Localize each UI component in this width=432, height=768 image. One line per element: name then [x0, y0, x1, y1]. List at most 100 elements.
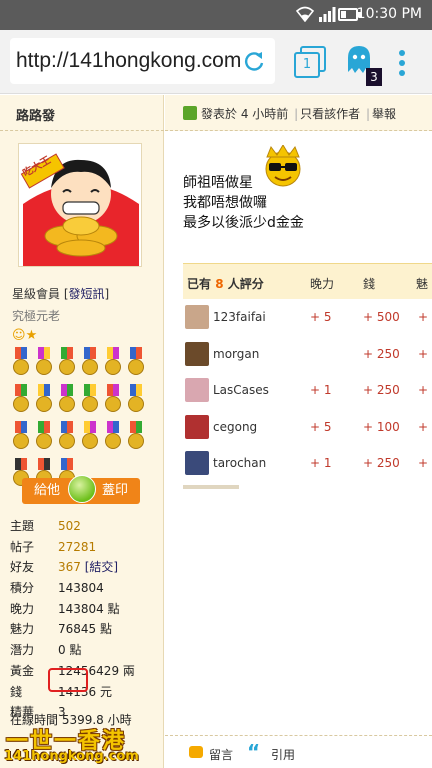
score-charm: + 5	[418, 310, 432, 324]
score-charm: + 5	[418, 346, 432, 361]
online-user-icon	[183, 106, 197, 120]
rating-row: tarochan + 1 + 250 + 5	[183, 445, 432, 481]
address-bar[interactable]: http://141hongkong.com	[10, 38, 275, 84]
rater-avatar[interactable]	[185, 305, 209, 329]
medal-icon[interactable]	[81, 347, 99, 377]
stat-key: 主題	[10, 519, 35, 533]
only-author-link[interactable]: 只看該作者	[300, 107, 360, 121]
score-money: + 100	[363, 419, 400, 434]
medal-icon[interactable]	[104, 384, 122, 414]
rater-avatar[interactable]	[185, 451, 209, 475]
medal-icon[interactable]	[127, 384, 145, 414]
member-title: 究極元老	[12, 309, 61, 323]
medal-icon[interactable]	[12, 421, 30, 451]
stat-row: 主題 502	[10, 517, 164, 538]
tab-switcher-button[interactable]: 1	[292, 46, 328, 82]
rank-icons: ☺★	[12, 328, 37, 343]
stat-value: 0 點	[58, 643, 82, 658]
medal-icon[interactable]	[12, 384, 30, 414]
medal-icon[interactable]	[127, 421, 145, 451]
rater-name[interactable]: tarochan	[213, 456, 266, 470]
browser-toolbar: http://141hongkong.com 1 3	[0, 30, 432, 94]
stat-key: 潛力	[10, 643, 35, 658]
stat-value[interactable]: 367	[58, 560, 81, 574]
stat-key: 好友	[10, 560, 35, 575]
stat-key: 晚力	[10, 601, 35, 616]
score-charm: + 5	[418, 419, 432, 434]
medal-icon[interactable]	[58, 384, 76, 414]
clock: 10:30 PM	[356, 6, 422, 22]
score-money: + 250	[363, 456, 400, 470]
medal-icon[interactable]	[81, 421, 99, 451]
post-line: 師祖唔做星	[183, 175, 253, 191]
medal-icon[interactable]	[35, 347, 53, 377]
horizontal-scrollbar[interactable]	[183, 485, 239, 489]
score-power: + 5	[310, 419, 332, 434]
stat-value: 143804 點	[58, 601, 120, 616]
rater-avatar[interactable]	[185, 414, 209, 439]
author-profile-panel: 路路發 吃大王 星級會員 [發短訊] 究極元老 ☺★ 給他 蓋印 主題 502 帖子…	[0, 95, 164, 768]
rank-label: 星級會員	[12, 287, 61, 301]
post-line: 最多以後派少d金金	[183, 215, 304, 231]
overflow-menu-button[interactable]	[396, 50, 408, 78]
rater-name[interactable]: morgan	[213, 347, 259, 361]
watermark-line2: 141hongkong.com	[4, 749, 139, 764]
post-line: 我都唔想做囉	[183, 195, 267, 211]
ghostery-button[interactable]: 3	[344, 44, 382, 86]
stat-row: 潛力 0 點	[10, 641, 164, 662]
rating-count: 已有 8 人評分	[187, 277, 264, 291]
send-sms-link[interactable]: 發短訊	[69, 287, 105, 301]
stat-row: 帖子 27281	[10, 538, 164, 559]
star-rank-icon: ★	[25, 328, 38, 343]
medal-icon[interactable]	[104, 347, 122, 377]
give-label: 給他	[34, 483, 61, 498]
score-money: + 250	[363, 383, 400, 397]
wifi-icon	[296, 6, 314, 22]
medal-icon[interactable]	[35, 384, 53, 414]
col-header-money: 錢	[363, 277, 376, 291]
medal-icon[interactable]	[104, 421, 122, 451]
stat-key: 帖子	[10, 539, 35, 554]
post-body: 師祖唔做星 我都唔想做囉 最多以後派少d金金	[183, 173, 304, 233]
add-friend-link[interactable]: [結交]	[81, 560, 118, 574]
medal-icon[interactable]	[35, 421, 53, 451]
rater-avatar[interactable]	[185, 378, 209, 402]
medal-icon[interactable]	[58, 347, 76, 377]
ghost-badge: 3	[366, 68, 382, 86]
quote-icon: “	[247, 740, 261, 764]
stat-row: 積分 143804	[10, 579, 164, 600]
report-link[interactable]: 舉報	[372, 107, 396, 121]
score-charm: + 5	[418, 456, 432, 470]
stamp-icon	[68, 475, 96, 503]
rater-avatar[interactable]	[185, 341, 209, 366]
post-panel: 發表於 4 小時前 | 只看該作者 | 舉報 師祖唔做星 我都唔想做囉 最多以後派少…	[165, 95, 432, 768]
give-stamp-button[interactable]: 給他 蓋印	[22, 475, 140, 504]
medal-icon[interactable]	[81, 384, 99, 414]
rater-name[interactable]: cegong	[213, 420, 257, 434]
score-power: + 1	[310, 383, 332, 397]
member-rank: 星級會員 [發短訊]	[12, 287, 110, 301]
author-avatar[interactable]: 吃大王	[18, 143, 142, 267]
post-meta-bar: 發表於 4 小時前 | 只看該作者 | 舉報	[165, 95, 432, 131]
rating-header: 已有 8 人評分 晚力 錢 魅	[183, 263, 432, 299]
post-actions: 留言 “ 引用	[165, 735, 432, 768]
stamp-label: 蓋印	[101, 483, 128, 498]
quote-button[interactable]: 引用	[271, 746, 295, 763]
posted-time: 發表於 4 小時前	[201, 107, 289, 121]
medal-icon[interactable]	[127, 347, 145, 377]
stat-value[interactable]: 502	[58, 519, 81, 533]
stat-value[interactable]: 27281	[58, 540, 96, 554]
medal-icon[interactable]	[58, 421, 76, 451]
site-watermark-logo: 一世一香港 141hongkong.com	[0, 723, 139, 768]
stat-key: 積分	[10, 581, 35, 596]
rating-table[interactable]: 已有 8 人評分 晚力 錢 魅 123faifai+ 5+ 500+ 5morg…	[183, 263, 432, 495]
medal-icon[interactable]	[12, 347, 30, 377]
reply-button[interactable]: 留言	[209, 746, 233, 763]
rater-name[interactable]: LasCases	[213, 383, 269, 397]
stat-value: 76845 點	[58, 622, 112, 637]
reload-icon[interactable]	[243, 50, 265, 72]
rater-name[interactable]: 123faifai	[213, 310, 266, 324]
stat-row: 魅力 76845 點	[10, 620, 164, 641]
url-text[interactable]: http://141hongkong.com	[16, 49, 241, 73]
author-username[interactable]: 路路發	[0, 95, 164, 131]
